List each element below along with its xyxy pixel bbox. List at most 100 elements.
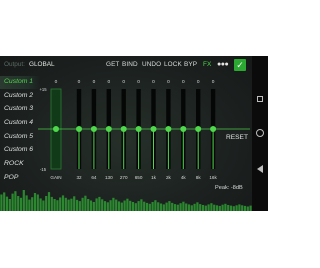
preset-item-rock[interactable]: ROCK xyxy=(4,160,24,167)
spectrum-bar xyxy=(19,197,23,211)
checkmark-icon[interactable]: ✓ xyxy=(234,59,246,71)
spectrum-bar xyxy=(176,204,179,211)
band-knob-270[interactable] xyxy=(120,126,127,132)
output-selector[interactable]: GLOBAL xyxy=(29,61,55,68)
bind-button[interactable]: BIND xyxy=(122,61,138,68)
preset-item-custom-3[interactable]: Custom 3 xyxy=(4,105,33,112)
band-freq-8k: 8k xyxy=(196,175,202,180)
band-freq-16k: 16k xyxy=(209,175,217,180)
scale-bottom-label: -15 xyxy=(40,167,47,172)
spectrum-bar xyxy=(67,199,70,211)
spectrum-bar xyxy=(154,200,157,211)
spectrum-bar xyxy=(238,204,241,211)
reset-button[interactable]: RESET xyxy=(226,134,248,141)
spectrum-bar xyxy=(232,206,235,211)
spectrum-bar xyxy=(218,205,221,211)
spectrum-bar xyxy=(56,200,59,211)
spectrum-bar xyxy=(243,205,247,211)
band-value-270: 0 xyxy=(122,79,125,85)
band-knob-650[interactable] xyxy=(135,126,142,132)
band-value-1k: 0 xyxy=(152,79,155,85)
gain-knob[interactable] xyxy=(53,126,59,132)
spectrum-bar xyxy=(117,201,121,211)
spectrum-bar xyxy=(185,203,188,211)
preset-item-pop[interactable]: POP xyxy=(4,174,18,181)
bypass-button[interactable]: BYP xyxy=(184,61,197,68)
band-knob-130[interactable] xyxy=(105,126,112,132)
output-label: Output: xyxy=(4,61,25,68)
spectrum-bar xyxy=(196,202,199,211)
more-dots-icon[interactable]: ●●● xyxy=(217,61,229,68)
spectrum-bar xyxy=(213,204,216,211)
band-value-2k: 0 xyxy=(167,79,170,85)
band-value-32: 0 xyxy=(78,79,81,85)
band-knob-1k[interactable] xyxy=(150,126,157,132)
band-knob-32[interactable] xyxy=(76,126,82,132)
lock-button[interactable]: LOCK xyxy=(164,61,182,68)
get-button[interactable]: GET xyxy=(106,61,119,68)
band-freq-1k: 1k xyxy=(151,175,157,180)
spectrum-bar xyxy=(17,196,20,211)
spectrum-bar xyxy=(173,204,177,211)
top-bar: Output: GLOBAL GET BIND UNDO LOCK BYP FX… xyxy=(0,56,252,74)
preset-item-custom-5[interactable]: Custom 5 xyxy=(4,133,33,140)
recent-apps-icon[interactable] xyxy=(257,96,263,102)
preset-item-custom-6[interactable]: Custom 6 xyxy=(4,146,33,153)
spectrum-bar xyxy=(42,200,45,211)
spectrum-bar xyxy=(190,205,193,211)
spectrum-bar xyxy=(84,195,87,211)
spectrum-bar xyxy=(229,205,233,211)
spectrum-bar xyxy=(126,198,129,211)
spectrum-bar xyxy=(162,204,165,211)
spectrum-bar xyxy=(204,205,207,211)
preset-item-custom-4[interactable]: Custom 4 xyxy=(4,119,33,126)
spectrum-bar xyxy=(235,205,238,211)
spectrum-bar xyxy=(106,202,109,211)
spectrum-bar xyxy=(98,196,101,211)
band-knob-4k[interactable] xyxy=(180,126,187,132)
band-knob-16k[interactable] xyxy=(210,126,217,132)
spectrum-bar xyxy=(64,197,67,211)
spectrum-bar xyxy=(123,200,126,211)
spectrum-bar xyxy=(33,193,37,211)
spectrum-bar xyxy=(14,191,17,211)
fx-button[interactable]: FX xyxy=(203,61,211,68)
spectrum-bar xyxy=(11,193,14,211)
spectrum-bar xyxy=(22,190,25,211)
equalizer-panel: +15 -15 0 GAIN 0 32 0 64 0 130 0 270 0 650 0 1k 0 2k 0 4k 0 8… xyxy=(0,56,252,211)
band-value-8k: 0 xyxy=(197,79,200,85)
spectrum-bar xyxy=(168,201,171,211)
band-knob-2k[interactable] xyxy=(165,126,172,132)
band-freq-2k: 2k xyxy=(166,175,172,180)
spectrum-bar xyxy=(81,197,84,211)
spectrum-bar xyxy=(157,202,160,211)
preset-item-custom-1[interactable]: Custom 1 xyxy=(4,78,33,85)
band-knob-8k[interactable] xyxy=(195,126,202,132)
spectrum-bar xyxy=(215,205,219,211)
undo-button[interactable]: UNDO xyxy=(142,61,161,68)
peak-readout: Peak: -8dB xyxy=(215,185,243,191)
home-icon[interactable] xyxy=(256,129,264,137)
spectrum-bar xyxy=(45,196,48,211)
band-freq-64: 64 xyxy=(91,175,97,180)
spectrum-bar xyxy=(207,204,210,211)
spectrum-bar xyxy=(112,197,115,211)
spectrum-bar xyxy=(8,199,11,211)
spectrum-bar xyxy=(137,201,140,211)
spectrum-bar xyxy=(171,202,174,211)
band-knob-64[interactable] xyxy=(90,126,97,132)
back-icon[interactable] xyxy=(257,165,263,173)
spectrum-bar xyxy=(53,199,56,211)
band-freq-270: 270 xyxy=(120,175,128,180)
spectrum-bar xyxy=(61,195,65,211)
band-freq-130: 130 xyxy=(105,175,113,180)
spectrum-bar xyxy=(221,204,224,211)
spectrum-bar xyxy=(101,199,104,211)
spectrum-bar xyxy=(210,203,213,211)
spectrum-bar xyxy=(87,199,90,211)
spectrum-bar xyxy=(92,202,95,211)
preset-item-custom-2[interactable]: Custom 2 xyxy=(4,92,33,99)
spectrum-bar xyxy=(246,206,249,211)
system-nav-bar xyxy=(252,56,268,211)
spectrum-bar xyxy=(75,199,79,211)
